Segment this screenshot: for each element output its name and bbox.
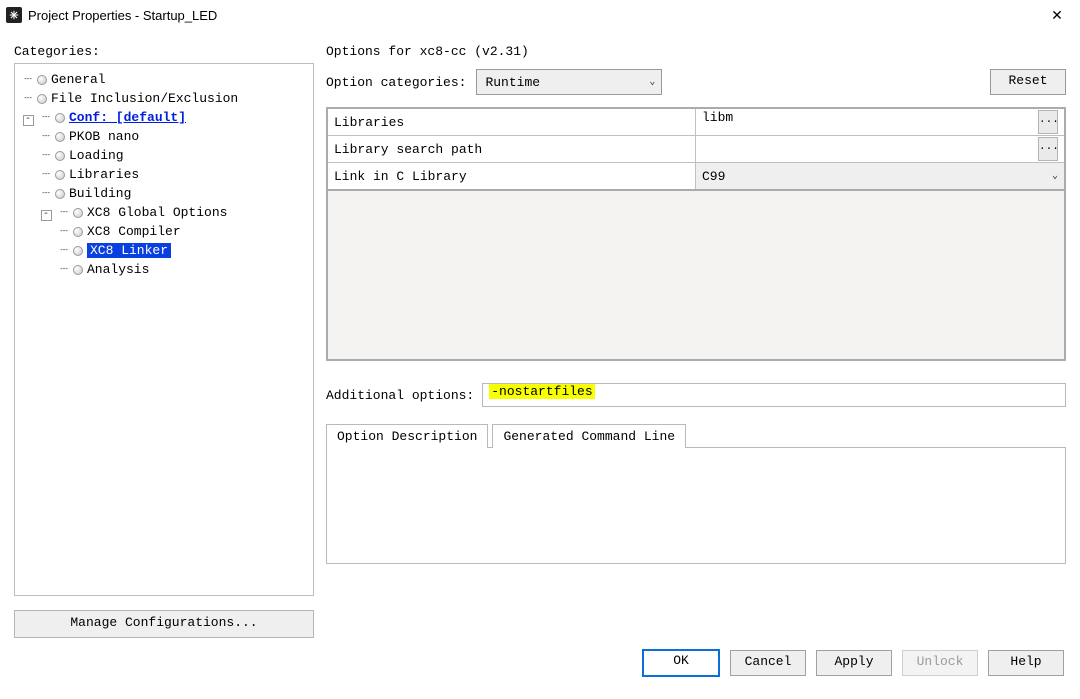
bullet-icon: [55, 132, 65, 142]
cell-text: C99: [702, 169, 725, 184]
tree-label: Loading: [69, 148, 124, 163]
ellipsis-button[interactable]: ...: [1038, 137, 1058, 161]
content-area: Categories: ┄ General ┄ File Inclusion/E…: [0, 30, 1080, 638]
tree-label: Building: [69, 186, 131, 201]
tree-item-analysis[interactable]: ┄ Analysis: [19, 260, 309, 279]
cell-text: libm: [702, 110, 733, 125]
opt-label-libraries: Libraries: [327, 108, 696, 136]
tree-item-libraries[interactable]: ┄ Libraries: [19, 165, 309, 184]
left-panel: Categories: ┄ General ┄ File Inclusion/E…: [14, 34, 314, 638]
tree-item-pkob-nano[interactable]: ┄ PKOB nano: [19, 127, 309, 146]
categories-label: Categories:: [14, 44, 314, 59]
opt-value-lib-search[interactable]: ...: [696, 136, 1066, 163]
manage-configurations-button[interactable]: Manage Configurations...: [14, 610, 314, 638]
tree-label: XC8 Compiler: [87, 224, 181, 239]
option-description-area: [326, 447, 1066, 564]
tree-item-file-inclusion[interactable]: ┄ File Inclusion/Exclusion: [19, 89, 309, 108]
collapse-icon[interactable]: -: [41, 210, 52, 221]
tree-label: File Inclusion/Exclusion: [51, 91, 238, 106]
opt-value-libraries[interactable]: libm ...: [696, 108, 1066, 136]
bullet-icon: [55, 189, 65, 199]
bullet-icon: [73, 265, 83, 275]
ok-button[interactable]: OK: [642, 649, 720, 677]
bullet-icon: [37, 75, 47, 85]
additional-options-value: -nostartfiles: [489, 384, 594, 399]
chevron-down-icon: ⌄: [1052, 170, 1058, 182]
bullet-icon: [73, 227, 83, 237]
apply-button[interactable]: Apply: [816, 650, 892, 676]
option-categories-label: Option categories:: [326, 75, 466, 90]
titlebar: ✳ Project Properties - Startup_LED ✕: [0, 0, 1080, 30]
tree-label: Libraries: [69, 167, 139, 182]
bullet-icon: [37, 94, 47, 104]
tree-item-building[interactable]: ┄ Building: [19, 184, 309, 203]
tab-option-description[interactable]: Option Description: [326, 424, 488, 448]
tree-item-general[interactable]: ┄ General: [19, 70, 309, 89]
tree-label: General: [51, 72, 106, 87]
bullet-icon: [73, 246, 83, 256]
app-icon: ✳: [6, 7, 22, 23]
tree-label: Conf: [default]: [69, 110, 186, 125]
additional-options-input[interactable]: -nostartfiles: [482, 383, 1066, 407]
dialog-footer: OK Cancel Apply Unlock Help: [0, 638, 1080, 688]
right-panel: Options for xc8-cc (v2.31) Option catego…: [326, 34, 1066, 638]
bullet-icon: [55, 170, 65, 180]
tree-item-xc8-global[interactable]: - ┄ XC8 Global Options: [19, 203, 309, 222]
options-for-label: Options for xc8-cc (v2.31): [326, 44, 1066, 59]
options-table: Libraries libm ... Library search path .…: [326, 107, 1066, 191]
tree-item-xc8-linker[interactable]: ┄ XC8 Linker: [19, 241, 309, 260]
close-icon[interactable]: ✕: [1034, 0, 1080, 30]
collapse-icon[interactable]: -: [23, 115, 34, 126]
table-row: Libraries libm ...: [327, 108, 1065, 136]
help-button[interactable]: Help: [988, 650, 1064, 676]
opt-label-lib-search: Library search path: [327, 136, 696, 163]
table-row: Link in C Library C99 ⌄: [327, 163, 1065, 191]
ellipsis-button[interactable]: ...: [1038, 110, 1058, 134]
bullet-icon: [73, 208, 83, 218]
window-title: Project Properties - Startup_LED: [28, 8, 217, 23]
tree-label: PKOB nano: [69, 129, 139, 144]
bullet-icon: [55, 113, 65, 123]
bullet-icon: [55, 151, 65, 161]
tree-label: Analysis: [87, 262, 149, 277]
options-table-empty-area: [326, 191, 1066, 361]
cancel-button[interactable]: Cancel: [730, 650, 806, 676]
tree-item-conf-default[interactable]: - ┄ Conf: [default]: [19, 108, 309, 127]
tree-item-xc8-compiler[interactable]: ┄ XC8 Compiler: [19, 222, 309, 241]
tab-generated-command-line[interactable]: Generated Command Line: [492, 424, 686, 448]
chevron-down-icon: ⌄: [649, 76, 655, 88]
opt-value-link-c[interactable]: C99 ⌄: [696, 163, 1066, 191]
categories-tree[interactable]: ┄ General ┄ File Inclusion/Exclusion - ┄…: [14, 63, 314, 596]
unlock-button: Unlock: [902, 650, 978, 676]
option-categories-combo[interactable]: Runtime ⌄: [476, 69, 662, 95]
tree-label: XC8 Linker: [87, 243, 171, 258]
reset-button[interactable]: Reset: [990, 69, 1066, 95]
tree-item-loading[interactable]: ┄ Loading: [19, 146, 309, 165]
opt-label-link-c: Link in C Library: [327, 163, 696, 191]
additional-options-label: Additional options:: [326, 388, 474, 403]
combo-value: Runtime: [485, 75, 540, 90]
tree-label: XC8 Global Options: [87, 205, 227, 220]
description-tabs: Option Description Generated Command Lin…: [326, 423, 1066, 447]
table-row: Library search path ...: [327, 136, 1065, 163]
